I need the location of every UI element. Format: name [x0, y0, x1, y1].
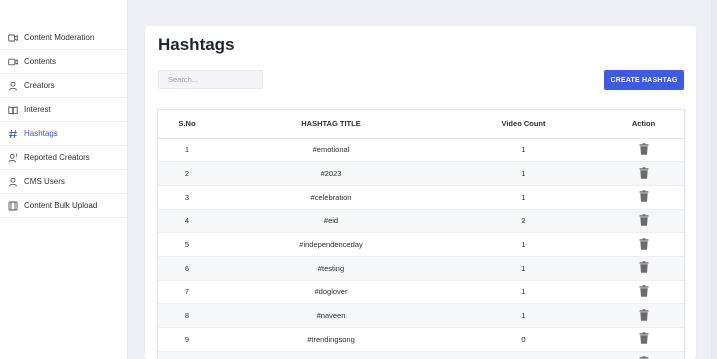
cell-action: [601, 280, 684, 305]
sidebar-item-label: Hashtags: [24, 129, 58, 138]
sidebar-item-label: Interest: [24, 105, 51, 114]
cell-sno: 4: [158, 209, 216, 234]
person-icon: [8, 81, 18, 91]
cell-hashtag-title: #eid: [216, 209, 446, 234]
sidebar-item-label: Content Moderation: [24, 33, 95, 42]
hashtag-icon: [8, 129, 18, 139]
table-row: 6 #testing 1: [158, 256, 684, 281]
person-report-icon: [8, 153, 18, 163]
sidebar: Content Moderation Contents Creators Int…: [0, 8, 128, 359]
video-icon: [8, 33, 18, 43]
table-body: 1 #emotional 1 2 #2023 1 3 #celebration 1 4 #eid 2 5…: [158, 138, 684, 359]
cell-action: [601, 327, 684, 352]
sidebar-item-label: Contents: [24, 57, 57, 66]
cell-sno: 7: [158, 280, 216, 305]
search-input[interactable]: [158, 70, 263, 89]
sidebar-item-cms-users[interactable]: CMS Users: [0, 170, 127, 194]
table-row: 8 #naveen 1: [158, 303, 684, 328]
cell-hashtag-title: #naveen: [216, 303, 446, 328]
column-header-title: HASHTAG TITLE: [216, 110, 446, 139]
table-header-row: S.No HASHTAG TITLE Video Count Action: [158, 110, 684, 139]
cell-video-count: 1: [446, 303, 601, 328]
cell-video-count: 1: [446, 256, 601, 281]
trash-icon[interactable]: [639, 332, 649, 345]
table-row: 1 #emotional 1: [158, 138, 684, 163]
cell-video-count: [446, 351, 601, 359]
cell-hashtag-title: #2023: [216, 161, 446, 186]
scrollbar-track[interactable]: [711, 0, 717, 359]
cell-sno: 3: [158, 185, 216, 210]
hashtags-card: Hashtags CREATE HASHTAG S.No HASHTAG TIT…: [145, 26, 696, 359]
cell-video-count: 2: [446, 209, 601, 234]
cell-video-count: 1: [446, 161, 601, 186]
sidebar-item-label: Reported Creators: [24, 153, 90, 162]
cell-sno: 9: [158, 327, 216, 352]
table-row: 4 #eid 2: [158, 209, 684, 234]
person-icon: [8, 177, 18, 187]
sidebar-item-interest[interactable]: Interest: [0, 98, 127, 122]
table-row: 2 #2023 1: [158, 161, 684, 186]
page-title: Hashtags: [158, 35, 235, 54]
cell-action: [601, 351, 684, 359]
sidebar-item-content-bulk-upload[interactable]: Content Bulk Upload: [0, 194, 127, 218]
table-row: 9 #trendingsong 0: [158, 327, 684, 352]
cell-action: [601, 232, 684, 257]
sidebar-item-contents[interactable]: Contents: [0, 50, 127, 74]
cell-action: [601, 303, 684, 328]
cell-hashtag-title: #celebration: [216, 185, 446, 210]
video-camera-icon: [8, 57, 18, 67]
table-row: 3 #celebration 1: [158, 185, 684, 210]
cell-hashtag-title: [216, 351, 446, 359]
sidebar-item-reported-creators[interactable]: Reported Creators: [0, 146, 127, 170]
sidebar-item-label: Creators: [24, 81, 55, 90]
trash-icon[interactable]: [639, 190, 649, 203]
cell-sno: 5: [158, 232, 216, 257]
cell-hashtag-title: #emotional: [216, 138, 446, 163]
table-row: 5 #independenceday 1: [158, 232, 684, 257]
trash-icon[interactable]: [639, 285, 649, 297]
create-hashtag-button[interactable]: CREATE HASHTAG: [604, 70, 684, 90]
sidebar-item-hashtags[interactable]: Hashtags: [0, 122, 127, 146]
cell-sno: 6: [158, 256, 216, 281]
cell-action: [601, 256, 684, 281]
book-icon: [8, 105, 18, 115]
cell-hashtag-title: #trendingsong: [216, 327, 446, 352]
cell-sno: 8: [158, 303, 216, 328]
trash-icon[interactable]: [639, 237, 649, 250]
hashtags-table: S.No HASHTAG TITLE Video Count Action 1 #…: [157, 109, 685, 359]
cell-video-count: 1: [446, 280, 601, 305]
cell-hashtag-title: #independenceday: [216, 232, 446, 257]
column-header-action: Action: [601, 110, 684, 139]
cell-sno: 1: [158, 138, 216, 163]
cell-action: [601, 209, 684, 234]
sidebar-item-label: Content Bulk Upload: [24, 201, 98, 210]
cell-video-count: 1: [446, 185, 601, 210]
cell-sno: 2: [158, 161, 216, 186]
cell-sno: [158, 351, 216, 359]
trash-icon[interactable]: [639, 308, 649, 321]
trash-icon[interactable]: [639, 166, 649, 179]
cell-action: [601, 185, 684, 210]
trash-icon[interactable]: [639, 261, 649, 274]
film-icon: [8, 201, 18, 211]
cell-video-count: 1: [446, 232, 601, 257]
cell-action: [601, 161, 684, 186]
column-header-sno: S.No: [158, 110, 216, 139]
table-row: [158, 351, 684, 359]
cell-hashtag-title: #testing: [216, 256, 446, 281]
trash-icon[interactable]: [639, 143, 649, 155]
cell-hashtag-title: #doglover: [216, 280, 446, 305]
cell-action: [601, 138, 684, 163]
table-row: 7 #doglover 1: [158, 280, 684, 305]
trash-icon[interactable]: [639, 214, 649, 226]
sidebar-item-label: CMS Users: [24, 177, 65, 186]
cell-video-count: 1: [446, 138, 601, 163]
column-header-video-count: Video Count: [446, 110, 601, 139]
top-bar-logo-area: [0, 0, 128, 8]
sidebar-item-content-moderation[interactable]: Content Moderation: [0, 26, 127, 50]
cell-video-count: 0: [446, 327, 601, 352]
sidebar-item-creators[interactable]: Creators: [0, 74, 127, 98]
top-bar: [0, 0, 717, 8]
